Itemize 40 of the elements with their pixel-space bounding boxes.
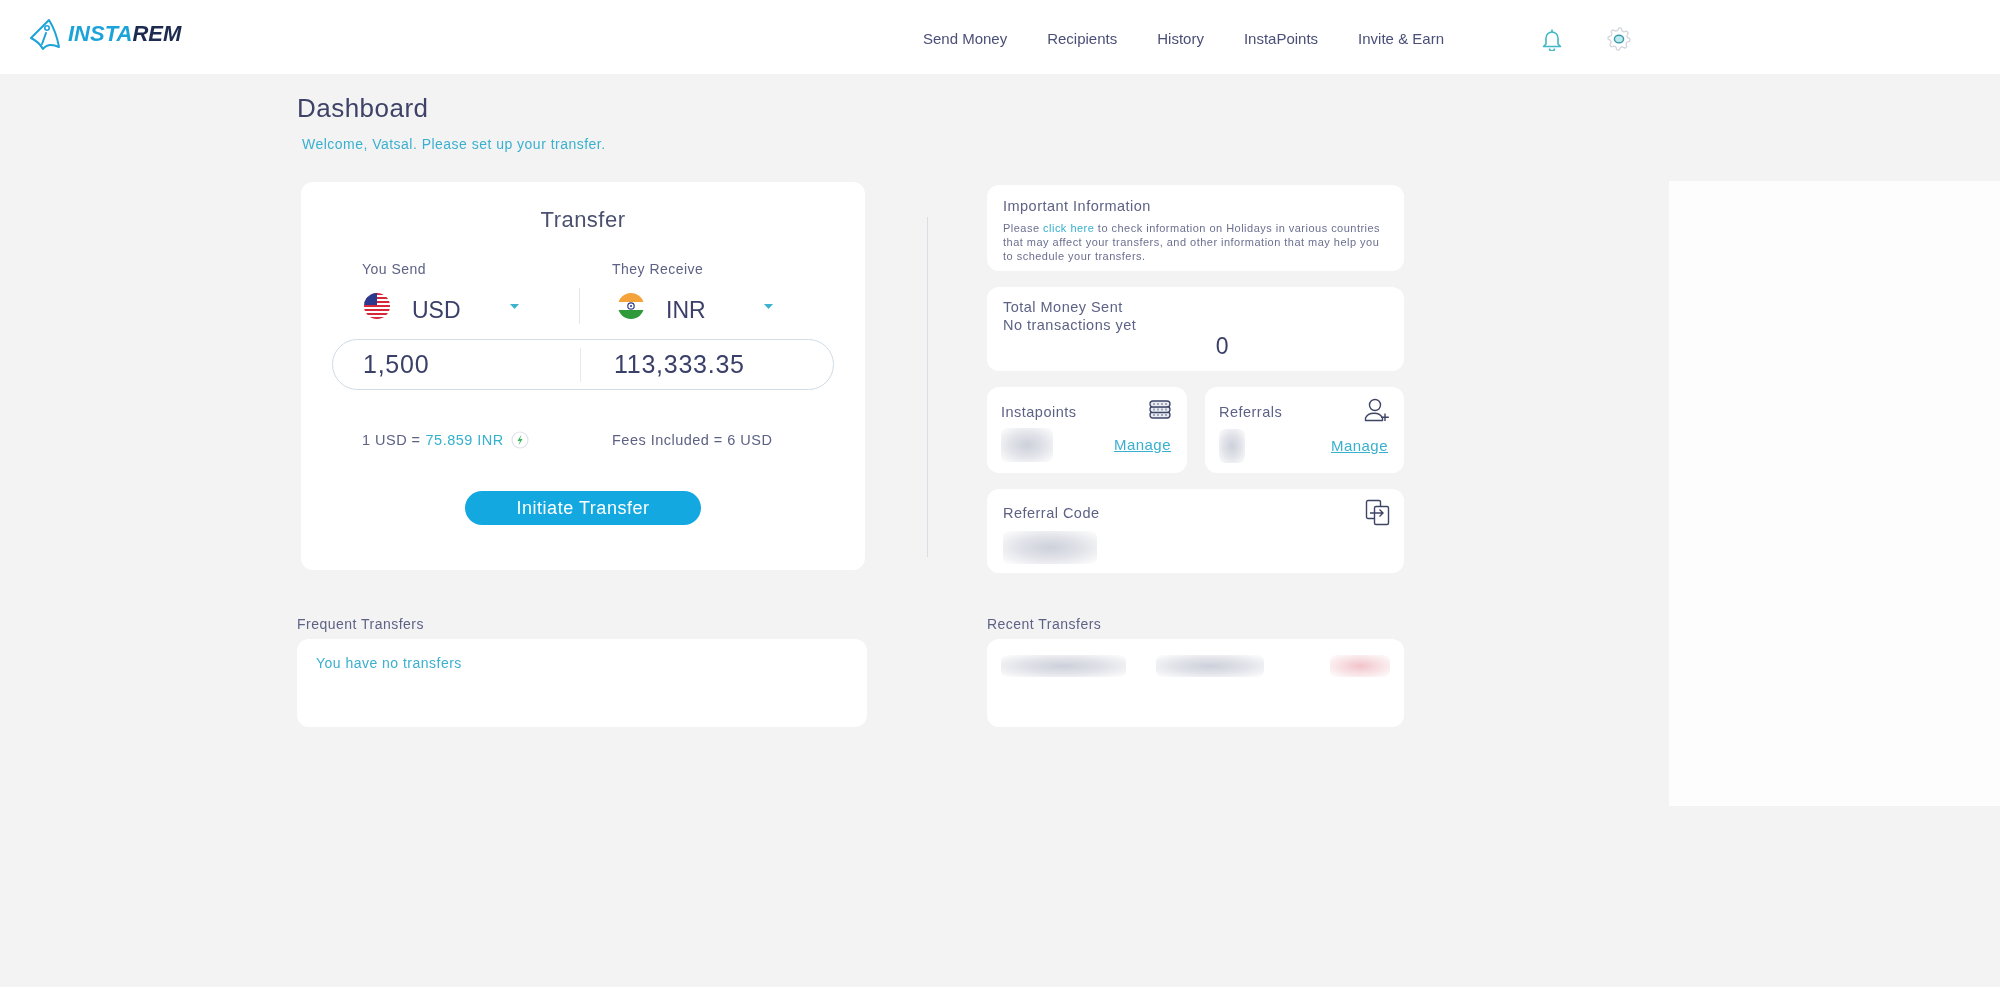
fees-text: Fees Included = 6 USD (612, 431, 773, 449)
card-title: Important Information (1003, 197, 1152, 215)
nav-link[interactable]: History (1157, 27, 1204, 51)
logo-icon (28, 17, 62, 51)
total-amount: 0 (1214, 334, 1231, 358)
section-title: Frequent Transfers (297, 616, 425, 632)
currency-dropdown[interactable]: USD (362, 288, 519, 324)
coins-icon (1147, 398, 1173, 420)
card-title: Total Money Sent (1003, 298, 1124, 316)
amount-input[interactable]: 1,500 (333, 340, 580, 389)
amount-input[interactable]: 113,333.35 (580, 347, 830, 382)
settings-icon[interactable] (1607, 27, 1631, 51)
nav-link[interactable]: Send Money (922, 27, 1008, 51)
us-flag-icon (362, 291, 392, 321)
pages-arrow-icon[interactable] (1365, 499, 1391, 526)
caret-icon (510, 303, 519, 309)
caret-icon (764, 303, 773, 309)
add-person-icon (1364, 398, 1390, 422)
field-label: They Receive (612, 261, 705, 277)
section-title: Recent Transfers (987, 616, 1103, 632)
nav-link[interactable]: Recipients (1047, 27, 1118, 51)
rate-value: 75.859 INR (425, 431, 504, 449)
field-label: You Send (362, 261, 428, 277)
currency-dropdown[interactable]: INR (616, 288, 773, 324)
notifications-bell-icon[interactable] (1541, 27, 1563, 51)
rate-label: 1 USD = (362, 431, 421, 449)
card-title: Referrals (1219, 403, 1283, 421)
nav-link[interactable]: InstaPoints (1243, 27, 1319, 51)
lightning-icon (510, 431, 529, 449)
card-title: Instapoints (1001, 403, 1077, 421)
india-flag-icon (616, 291, 646, 321)
logo-text: INSTAREM (68, 23, 182, 45)
info-text: Please click here to check information on Holidays in various countries that may affect your transfers, and other information that may help you to schedule your transfers. (1003, 221, 1382, 263)
card-title: Referral Code (1003, 504, 1100, 522)
status-text: No transactions yet (1003, 316, 1138, 334)
welcome-text: Welcome, Vatsal. Please set up your transfer. (302, 136, 607, 152)
nav-link[interactable]: Invite & Earn (1358, 27, 1444, 51)
empty-text: You have no transfers (316, 655, 463, 671)
page-title: Dashboard (297, 93, 430, 123)
card-title: Transfer (539, 207, 627, 233)
